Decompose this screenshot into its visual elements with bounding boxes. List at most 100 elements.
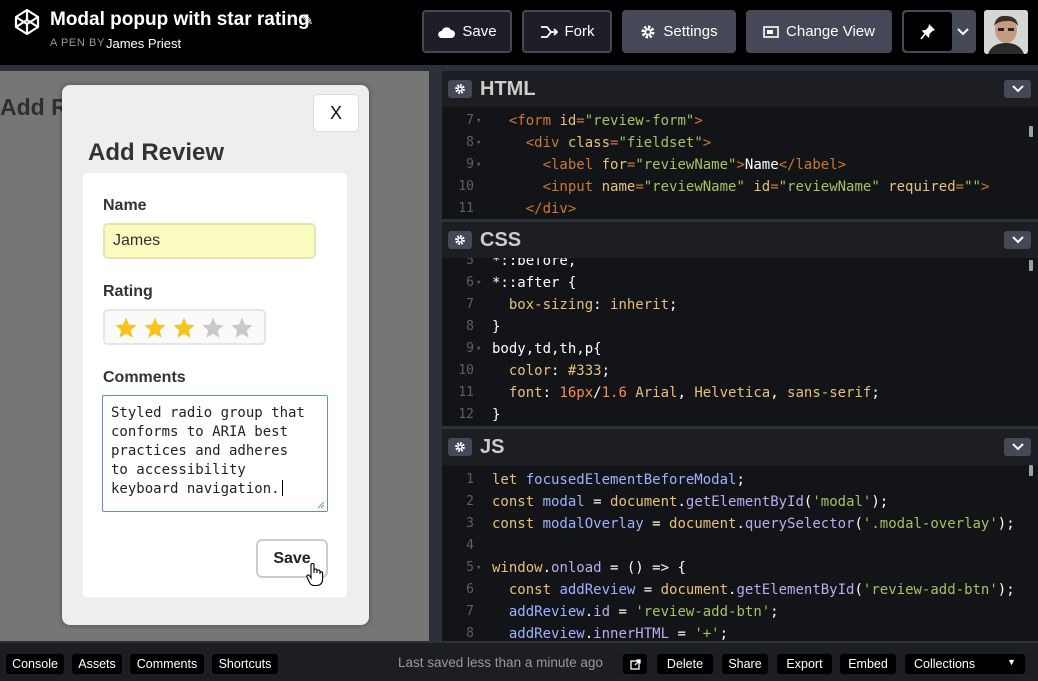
html-scrollbar[interactable] [1029, 126, 1033, 137]
avatar-photo [984, 10, 1028, 54]
html-collapse-button[interactable] [1004, 80, 1031, 98]
fold-arrow-icon[interactable]: ▾ [476, 338, 481, 360]
code-text: font: 16px/1.6 Arial, Helvetica, sans-se… [492, 382, 880, 404]
open-in-new-window-button[interactable] [623, 654, 647, 674]
settings-button-label: Settings [663, 23, 718, 40]
star-rating-group[interactable] [103, 309, 266, 345]
change-view-button[interactable]: Change View [746, 10, 892, 53]
code-token: <div [525, 135, 568, 151]
code-token: </label> [778, 157, 847, 173]
comments-label: Comments [103, 369, 186, 386]
code-token: '.modal-overlay' [862, 516, 998, 532]
js-collapse-button[interactable] [1004, 438, 1031, 456]
code-token: 'review-add-btn' [635, 604, 771, 620]
code-token: font [508, 385, 543, 401]
js-scrollbar[interactable] [1029, 465, 1033, 476]
code-token: , [677, 385, 695, 401]
code-line: 8 ▾ <div class="fieldset"> [442, 132, 1038, 154]
save-button-label: Save [462, 23, 497, 40]
codepen-logo-icon[interactable] [14, 8, 40, 36]
code-token: ( [854, 582, 863, 598]
code-token: <input [542, 179, 602, 195]
css-collapse-button[interactable] [1004, 231, 1031, 249]
fold-arrow-icon[interactable]: ▾ [476, 557, 481, 579]
code-token: modalOverlay [542, 516, 644, 532]
code-line: 5 *::before, [442, 258, 1038, 272]
fork-icon [540, 25, 558, 38]
avatar[interactable] [984, 10, 1028, 54]
code-token: . [542, 560, 552, 576]
code-line: 1 let focusedElementBeforeModal; [442, 469, 1038, 491]
comments-button[interactable]: Comments [130, 654, 204, 674]
rating-label: Rating [103, 283, 153, 300]
css-editor-header: CSS [442, 222, 1038, 258]
css-code[interactable]: 5 *::before, 6 ▾ *::after {7 box-sizing: inh… [442, 258, 1038, 426]
star-filled-icon[interactable] [172, 316, 196, 340]
star-filled-icon[interactable] [114, 316, 138, 340]
pin-button[interactable] [902, 10, 976, 53]
fold-arrow-icon[interactable]: ▾ [476, 272, 481, 294]
css-settings-button[interactable] [448, 231, 472, 249]
code-text: window.onload = () => { [492, 557, 686, 579]
js-settings-button[interactable] [448, 438, 472, 456]
name-input[interactable]: James [103, 223, 316, 259]
embed-button[interactable]: Embed [840, 654, 896, 674]
fork-button[interactable]: Fork [522, 10, 612, 53]
line-number: 9 [466, 157, 474, 172]
star-filled-icon[interactable] [143, 316, 167, 340]
code-token: ; [719, 626, 729, 641]
share-button[interactable]: Share [722, 654, 768, 674]
line-number: 10 [458, 179, 474, 194]
author-link[interactable]: James Priest [106, 36, 181, 51]
js-code[interactable]: 1 let focusedElementBeforeModal; 2 const mo… [442, 465, 1038, 641]
code-text: color: #333; [492, 360, 610, 382]
dropdown-arrow-icon: ▼ [1007, 657, 1016, 667]
code-text: <label for="reviewName">Name</label> [492, 154, 847, 176]
line-number: 6 [466, 582, 474, 597]
code-text: <form id="review-form"> [492, 110, 703, 132]
star-empty-icon[interactable] [201, 316, 225, 340]
save-button[interactable]: Save [422, 10, 512, 53]
html-settings-button[interactable] [448, 80, 472, 98]
code-token: const [492, 516, 543, 532]
console-button[interactable]: Console [6, 654, 64, 674]
js-editor-title: JS [480, 436, 505, 458]
js-editor-header: JS [442, 429, 1038, 465]
resize-grip-icon[interactable] [317, 501, 325, 509]
review-form: Name James Rating Comments Styled radio … [83, 173, 347, 597]
pin-toggle[interactable] [904, 12, 952, 51]
settings-button[interactable]: Settings [622, 10, 736, 53]
html-code[interactable]: 7 ▾ <form id="review-form"> 8 ▾ <div class=… [442, 107, 1038, 219]
export-button[interactable]: Export [777, 654, 832, 674]
modal-close-button[interactable]: X [313, 94, 359, 132]
comments-textarea[interactable]: Styled radio group that conforms to ARIA… [102, 395, 328, 512]
code-token: let [492, 472, 526, 488]
code-text: *::after { [492, 272, 576, 294]
code-text: } [492, 316, 500, 338]
css-scrollbar[interactable] [1029, 260, 1033, 271]
pencil-icon[interactable]: ✎ [301, 11, 314, 29]
code-line: 7 box-sizing: inherit; [442, 294, 1038, 316]
code-token: name [601, 179, 636, 195]
code-token: inherit [610, 297, 670, 313]
code-token: "" [964, 179, 981, 195]
code-text: addReview.id = 'review-add-btn'; [492, 601, 779, 623]
fold-arrow-icon[interactable]: ▾ [476, 110, 481, 132]
shortcuts-button[interactable]: Shortcuts [212, 654, 278, 674]
collections-dropdown[interactable]: Collections ▼ [905, 654, 1025, 674]
fold-arrow-icon[interactable]: ▾ [476, 132, 481, 154]
delete-button[interactable]: Delete [657, 654, 713, 674]
chevron-down-icon[interactable] [956, 23, 970, 39]
fold-arrow-icon[interactable]: ▾ [476, 154, 481, 176]
code-token: = [643, 516, 670, 532]
resize-gutter[interactable] [429, 71, 442, 641]
code-token: "review-form" [584, 113, 695, 129]
chevron-down-icon [1011, 236, 1024, 244]
assets-button[interactable]: Assets [72, 654, 122, 674]
code-token: > [694, 113, 703, 129]
pen-title[interactable]: Modal popup with star rating [50, 9, 310, 31]
star-empty-icon[interactable] [230, 316, 254, 340]
